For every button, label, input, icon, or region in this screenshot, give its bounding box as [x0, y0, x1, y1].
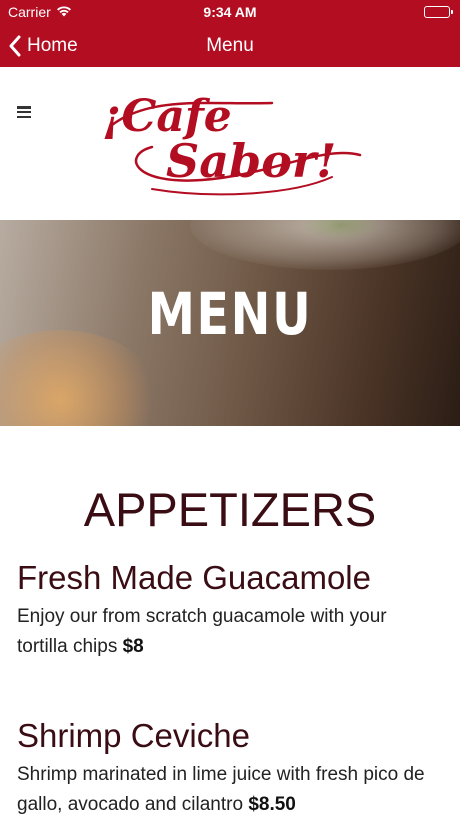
section-heading: APPETIZERS — [83, 483, 377, 536]
status-bar: Carrier 9:34 AM — [0, 0, 460, 24]
menu-item-name: Fresh Made Guacamole — [17, 559, 371, 596]
menu-item-price: $8.50 — [248, 794, 296, 815]
hero-title: MENU — [147, 280, 313, 348]
page-title: Menu — [206, 35, 254, 56]
site-header: ¡Cafe Sabor! — [0, 67, 460, 220]
navigation-bar: Home Menu — [0, 24, 460, 67]
menu-item-name: Shrimp Ceviche — [17, 717, 250, 754]
menu-item-description: Shrimp marinated in lime juice with fres… — [17, 760, 437, 818]
menu-item-price: $8 — [122, 636, 144, 657]
hero-banner: MENU — [0, 220, 460, 426]
menu-item-description-text: Enjoy our from scratch guacamole with yo… — [17, 606, 387, 657]
cafe-sabor-logo: ¡Cafe Sabor! — [102, 91, 362, 196]
menu-item-description-text: Shrimp marinated in lime juice with fres… — [17, 764, 425, 815]
logo-line2: Sabor! — [166, 134, 336, 188]
hamburger-menu-icon[interactable] — [17, 106, 31, 118]
menu-item-description: Enjoy our from scratch guacamole with yo… — [17, 602, 437, 662]
battery-icon — [424, 6, 453, 18]
clock: 9:34 AM — [203, 4, 257, 20]
